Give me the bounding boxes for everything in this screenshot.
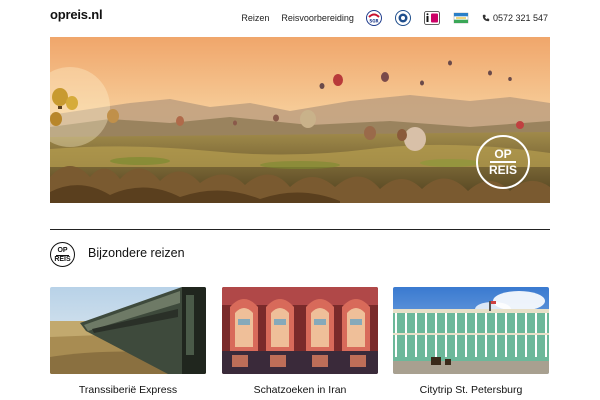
sgr-badge-icon[interactable]: SGR: [365, 10, 382, 26]
trip-card-st-petersburg[interactable]: Citytrip St. Petersburg: [393, 287, 549, 400]
trip-card-image[interactable]: [222, 287, 378, 374]
trip-card-title[interactable]: Transsiberië Express: [50, 384, 206, 396]
phone-contact[interactable]: 0572 321 547: [482, 13, 548, 23]
ideal-badge-icon[interactable]: [424, 10, 440, 26]
section-brand-badge: OP REIS: [50, 242, 75, 267]
svg-text:SGR: SGR: [369, 19, 378, 24]
hero-banner: OP REIS: [50, 37, 550, 203]
nav-link-reisvoorbereiding[interactable]: Reisvoorbereiding: [281, 13, 354, 23]
flag-badge-icon[interactable]: [453, 10, 469, 26]
site-header: opreis.nl Reizen Reisvoorbereiding SGR 0…: [0, 0, 600, 36]
trip-card-title[interactable]: Citytrip St. Petersburg: [393, 384, 549, 396]
section-title: Bijzondere reizen: [88, 246, 185, 260]
trip-card-iran[interactable]: Schatzoeken in Iran: [222, 287, 378, 400]
anvr-badge-icon[interactable]: [394, 10, 411, 26]
trip-card-image[interactable]: [50, 287, 206, 374]
phone-number: 0572 321 547: [492, 13, 548, 23]
section-divider: [50, 229, 550, 230]
trip-card-title[interactable]: Schatzoeken in Iran: [222, 384, 378, 396]
hero-image: [50, 37, 550, 203]
main-nav: Reizen Reisvoorbereiding SGR 0572 321 54…: [241, 9, 548, 27]
section-badge-bottom: REIS: [54, 256, 71, 263]
hero-brand-top: OP: [494, 147, 512, 161]
phone-icon: [482, 14, 490, 22]
section-badge-top: OP: [57, 247, 68, 254]
hero-brand-bottom: REIS: [488, 163, 517, 177]
nav-link-reizen[interactable]: Reizen: [241, 13, 269, 23]
trip-card-image[interactable]: [393, 287, 549, 374]
trip-card-transsiberie[interactable]: Transsiberië Express: [50, 287, 206, 400]
site-logo[interactable]: opreis.nl: [50, 7, 103, 22]
hero-brand-badge[interactable]: OP REIS: [476, 135, 530, 189]
